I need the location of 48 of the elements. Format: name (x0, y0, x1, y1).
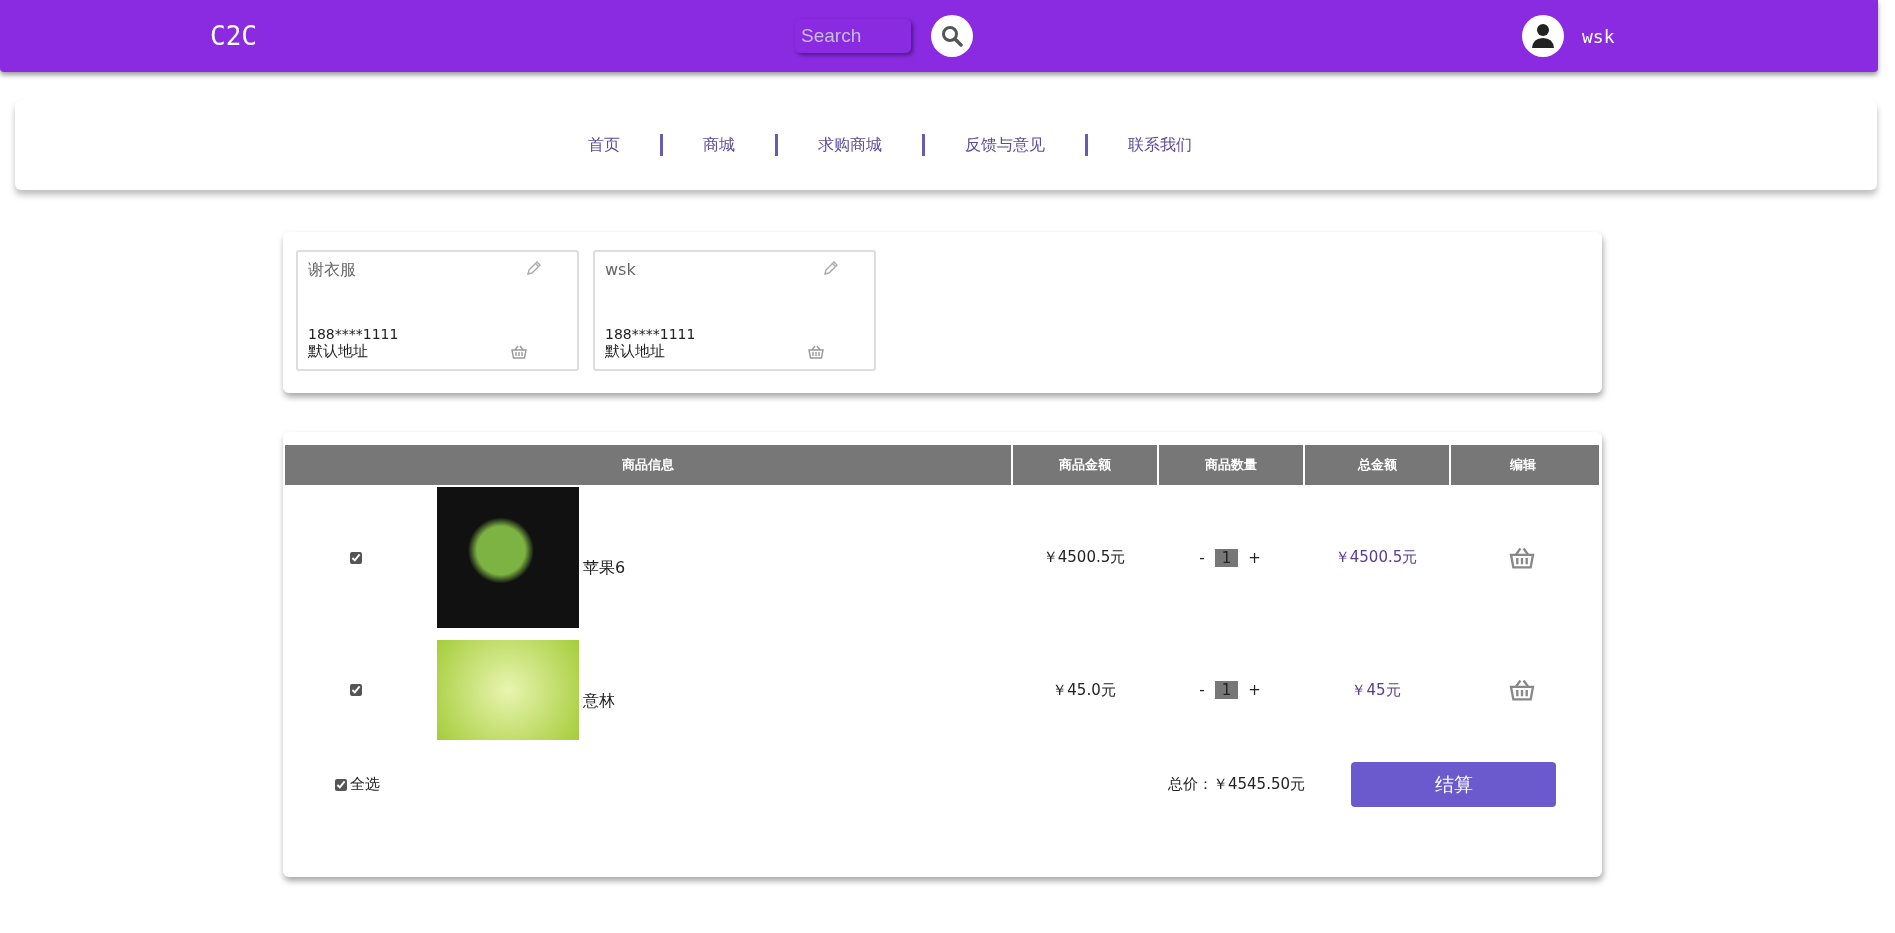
address-card[interactable]: wsk 188****1111 默认地址 (593, 250, 876, 371)
increase-button[interactable]: + (1246, 681, 1263, 699)
decrease-button[interactable]: - (1197, 548, 1207, 567)
address-card[interactable]: 谢衣服 188****1111 默认地址 (296, 250, 579, 371)
column-header: 总金额 (1303, 445, 1449, 485)
select-all-checkbox[interactable] (335, 778, 347, 791)
decrease-button[interactable]: - (1197, 681, 1207, 699)
default-address-label: 默认地址 (605, 342, 665, 361)
column-header: 编辑 (1449, 445, 1595, 485)
item-checkbox[interactable] (350, 551, 362, 564)
basket-icon[interactable] (511, 344, 527, 359)
column-header: 商品金额 (1011, 445, 1157, 485)
pencil-icon[interactable] (526, 260, 542, 276)
increase-button[interactable]: + (1246, 548, 1263, 567)
phone-number: 188****1111 (605, 326, 697, 342)
search-icon (941, 25, 963, 47)
basket-icon[interactable] (808, 344, 824, 359)
unit-price: ￥4500.5元 (1042, 548, 1126, 567)
item-total: ￥45元 (1351, 680, 1401, 700)
default-address-label: 默认地址 (308, 342, 368, 361)
quantity-value[interactable]: 1 (1214, 681, 1239, 699)
avatar-icon[interactable] (1522, 15, 1564, 57)
nav-link[interactable]: 求购商城 (778, 134, 922, 156)
product-name[interactable]: 意林 (583, 690, 615, 712)
unit-price: ￥45.0元 (1052, 680, 1116, 700)
nav-link[interactable]: 商城 (663, 134, 775, 156)
nav-link[interactable]: 反馈与意见 (925, 134, 1085, 156)
checkout-button[interactable]: 结算 (1351, 762, 1556, 807)
quantity-value[interactable]: 1 (1214, 548, 1239, 567)
search-button[interactable] (931, 15, 973, 57)
item-checkbox[interactable] (350, 684, 362, 696)
total-price: 总价：￥4545.50元 (1167, 775, 1305, 794)
basket-icon[interactable] (1509, 679, 1535, 701)
product-name[interactable]: 苹果6 (583, 558, 626, 579)
search-field[interactable]: Search (795, 19, 911, 53)
nav-link[interactable]: 首页 (570, 134, 660, 156)
address-name: wsk (605, 260, 636, 279)
column-header: 商品信息 (621, 456, 675, 474)
column-header: 商品数量 (1157, 445, 1303, 485)
pencil-icon[interactable] (823, 260, 839, 276)
item-total: ￥4500.5元 (1334, 548, 1418, 567)
nav-link[interactable]: 联系我们 (1088, 134, 1232, 156)
basket-icon[interactable] (1509, 546, 1535, 569)
logo[interactable]: C2C (210, 21, 795, 51)
select-all-label[interactable]: 全选 (350, 775, 380, 794)
address-name: 谢衣服 (308, 260, 356, 281)
username[interactable]: wsk (1582, 25, 1615, 47)
phone-number: 188****1111 (308, 326, 400, 342)
